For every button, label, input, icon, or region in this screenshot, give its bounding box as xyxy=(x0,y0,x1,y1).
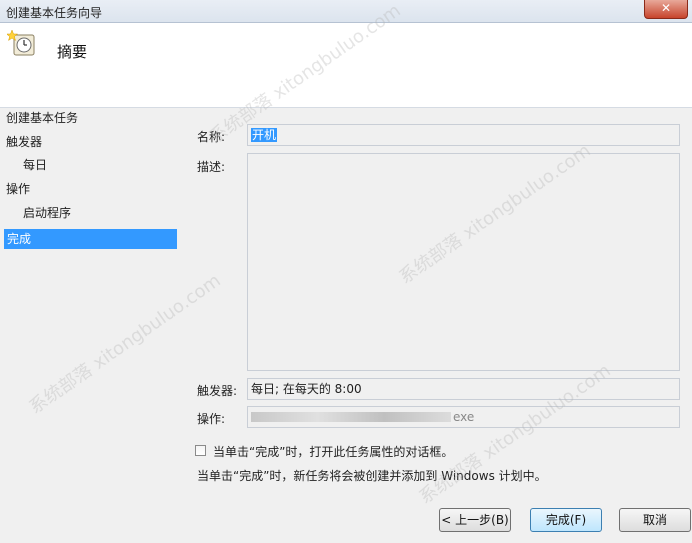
open-properties-label[interactable]: 当单击“完成”时，打开此任务属性的对话框。 xyxy=(213,443,453,460)
action-field: exe xyxy=(247,406,680,428)
sidebar-item-trigger[interactable]: 触发器 xyxy=(6,132,42,152)
finish-button[interactable]: 完成(F) xyxy=(530,508,602,532)
action-label: 操作: xyxy=(197,412,226,426)
sidebar-item-start-program[interactable]: 启动程序 xyxy=(23,203,71,223)
close-button[interactable]: ✕ xyxy=(644,0,688,19)
title-bar: 创建基本任务向导 ✕ xyxy=(0,0,692,23)
task-clock-icon xyxy=(7,29,35,56)
wizard-header: 摘要 xyxy=(0,23,692,108)
page-title: 摘要 xyxy=(57,43,88,61)
open-properties-checkbox[interactable] xyxy=(195,445,206,456)
info-text: 当单击“完成”时，新任务将会被创建并添加到 Windows 计划中。 xyxy=(197,469,547,483)
description-field[interactable] xyxy=(247,153,680,371)
close-icon: ✕ xyxy=(660,1,672,15)
name-field[interactable]: 开机 xyxy=(247,124,680,146)
trigger-label: 触发器: xyxy=(197,384,238,398)
sidebar-item-finish[interactable]: 完成 xyxy=(4,229,177,249)
window-title: 创建基本任务向导 xyxy=(6,6,103,20)
description-label: 描述: xyxy=(197,160,226,174)
redacted-path xyxy=(251,412,451,422)
action-value: exe xyxy=(453,410,475,424)
trigger-field: 每日; 在每天的 8:00 xyxy=(247,378,680,400)
cancel-button[interactable]: 取消 xyxy=(619,508,691,532)
sidebar-item-create-basic-task[interactable]: 创建基本任务 xyxy=(6,108,78,128)
back-button[interactable]: < 上一步(B) xyxy=(439,508,511,532)
summary-panel: 名称: 开机 描述: 触发器: 每日; 在每天的 8:00 操作: exe 当单… xyxy=(183,108,692,543)
sidebar-item-action[interactable]: 操作 xyxy=(6,179,30,199)
sidebar-item-daily[interactable]: 每日 xyxy=(23,155,47,175)
name-label: 名称: xyxy=(197,130,226,144)
wizard-steps-sidebar: 创建基本任务 触发器 每日 操作 启动程序 完成 xyxy=(0,108,183,543)
name-value: 开机 xyxy=(251,128,278,142)
